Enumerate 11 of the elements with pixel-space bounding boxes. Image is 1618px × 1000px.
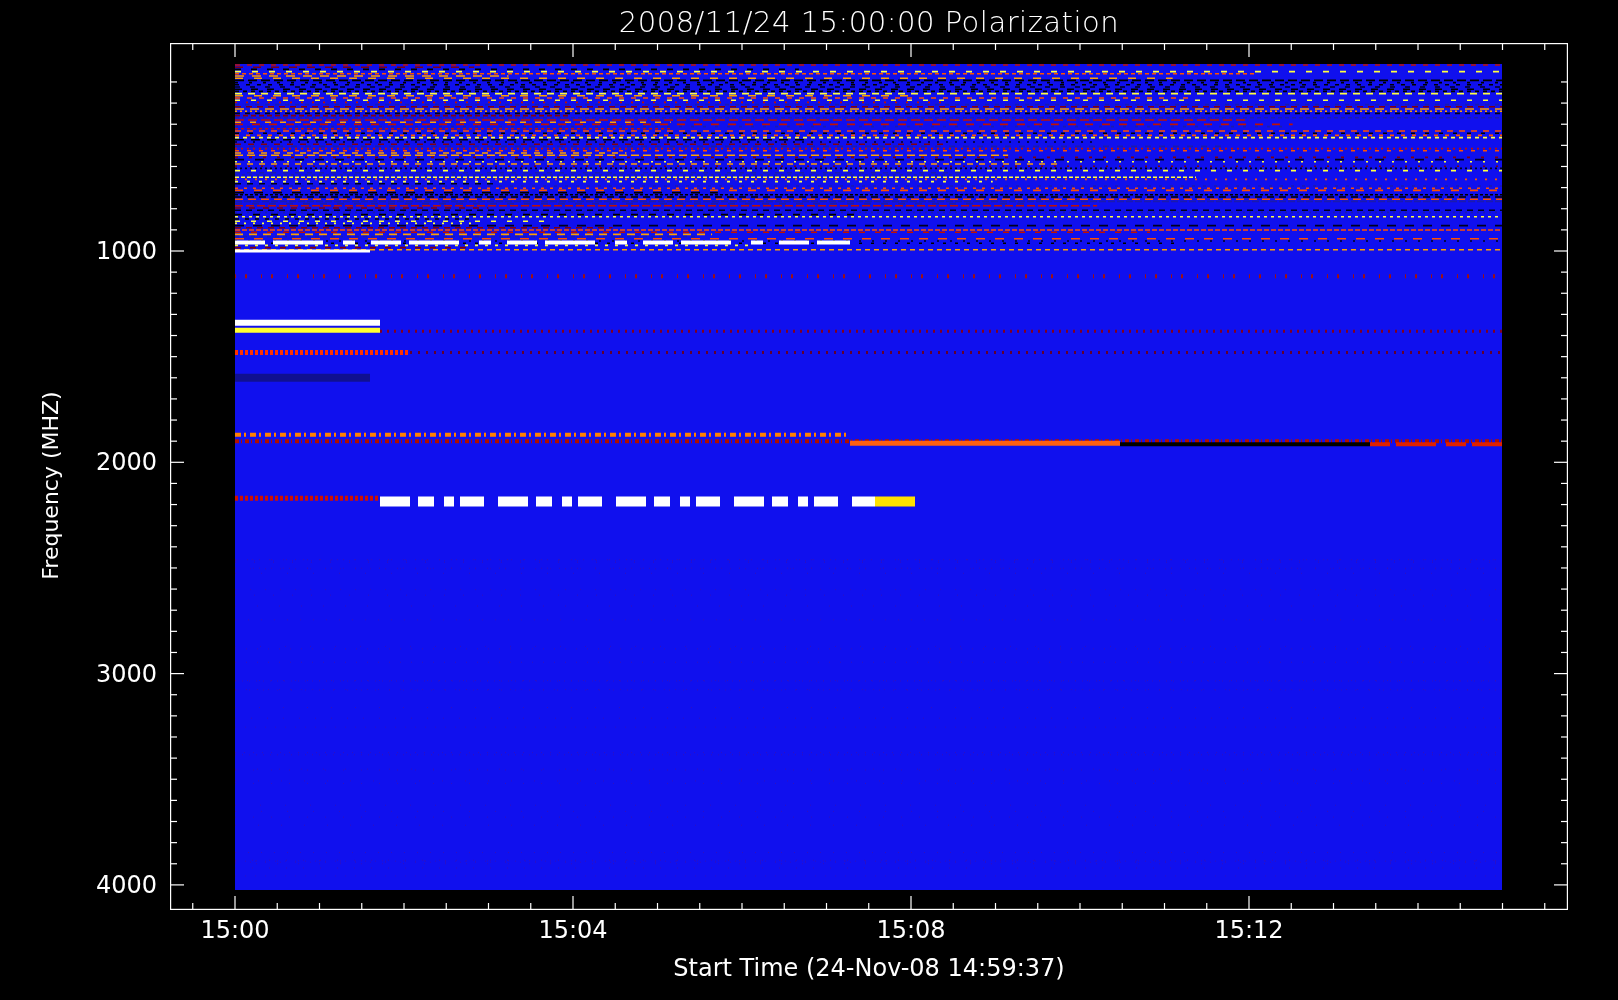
x-tick-label: 15:08: [876, 916, 946, 944]
x-axis-label: Start Time (24-Nov-08 14:59:37): [673, 954, 1065, 982]
x-tick-label: 15:00: [200, 916, 270, 944]
y-tick-label: 4000: [95, 870, 157, 899]
x-tick-label: 15:12: [1214, 916, 1284, 944]
y-tick-label: 2000: [95, 448, 157, 477]
chart-title: 2008/11/24 15:00:00 Polarization: [618, 4, 1120, 39]
x-tick-label: 15:04: [538, 916, 608, 944]
y-tick-label: 3000: [95, 659, 157, 688]
y-tick-label: 1000: [95, 237, 157, 265]
y-axis-label: Frequency (MHZ): [37, 391, 63, 580]
